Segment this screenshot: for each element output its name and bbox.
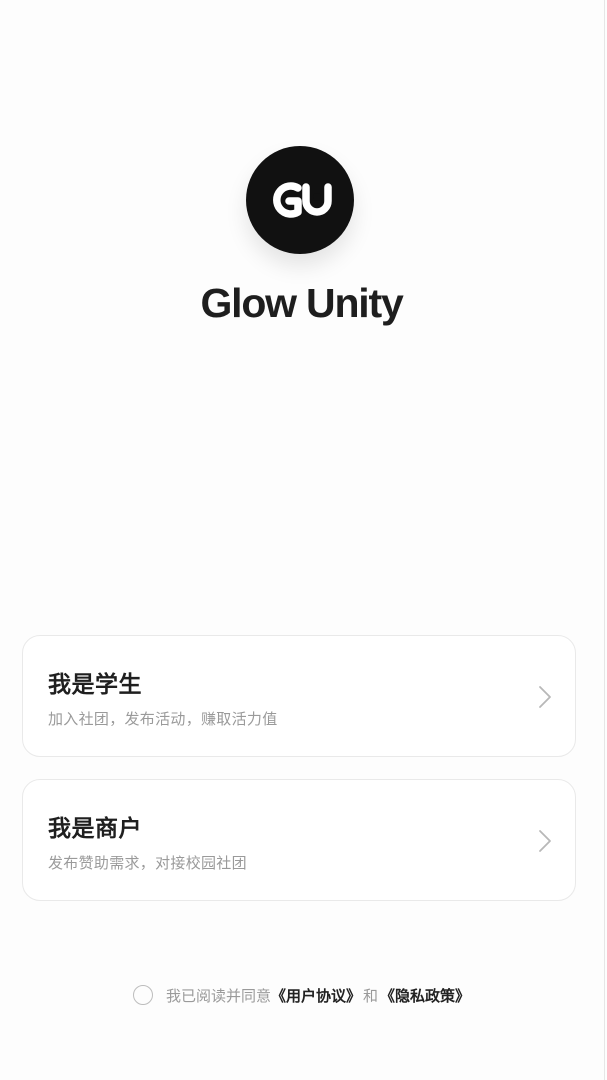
chevron-right-icon — [539, 686, 551, 708]
welcome-screen: Glow Unity 我是学生 加入社团，发布活动，赚取活力值 我是商户 发布赞… — [0, 0, 607, 1080]
student-role-title: 我是学生 — [48, 672, 142, 698]
app-name: Glow Unity — [200, 280, 403, 326]
student-role-description: 加入社团，发布活动，赚取活力值 — [48, 710, 278, 728]
privacy-policy-link[interactable]: 《隐私政策》 — [380, 985, 470, 1006]
merchant-role-description: 发布赞助需求，对接校园社团 — [48, 854, 247, 872]
user-agreement-link[interactable]: 《用户协议》 — [271, 985, 361, 1006]
merchant-role-title: 我是商户 — [48, 816, 142, 842]
student-role-card[interactable]: 我是学生 加入社团，发布活动，赚取活力值 — [22, 635, 576, 757]
agreement-conjunction: 和 — [363, 986, 379, 1005]
edge-divider — [604, 0, 605, 1080]
merchant-role-card[interactable]: 我是商户 发布赞助需求，对接校园社团 — [22, 779, 576, 901]
chevron-right-icon — [539, 830, 551, 852]
agreement-row: 我已阅读并同意 《用户协议》 和 《隐私政策》 — [0, 983, 603, 1007]
agreement-checkbox[interactable] — [132, 985, 153, 1005]
glow-unity-logo-icon — [246, 146, 354, 254]
agreement-prefix: 我已阅读并同意 — [165, 986, 271, 1005]
